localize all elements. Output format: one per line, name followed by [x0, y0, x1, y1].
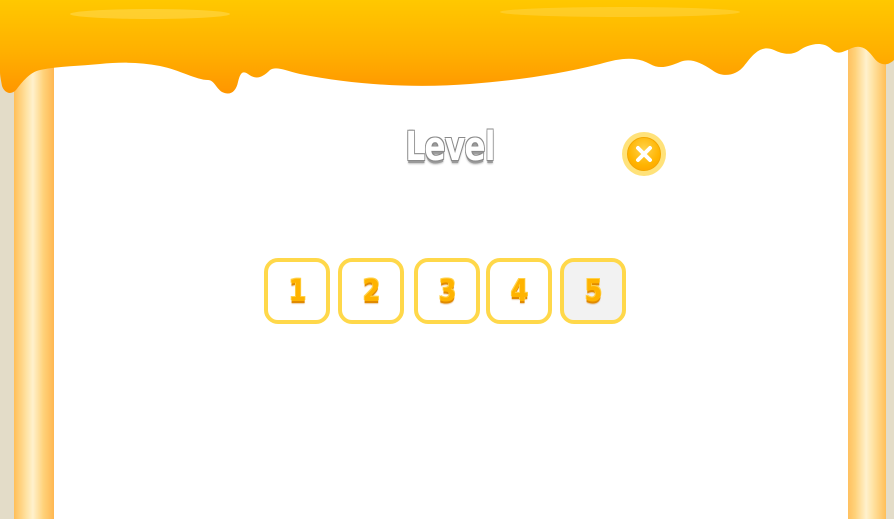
level-number: 4 [510, 273, 528, 309]
level-number: 2 [362, 273, 380, 309]
close-button[interactable] [622, 132, 666, 176]
level-title: Level [405, 124, 495, 170]
level-number: 3 [438, 273, 456, 309]
honey-drip-banner [0, 0, 894, 94]
right-frame-pillar [842, 40, 886, 519]
level-grid: 1 2 3 4 5 [264, 258, 634, 328]
left-frame-pillar [14, 40, 56, 519]
level-number: 5 [584, 273, 602, 309]
level-1-button[interactable]: 1 [264, 258, 330, 324]
level-5-button[interactable]: 5 [560, 258, 626, 324]
level-number: 1 [288, 273, 306, 309]
level-select-screen: Level 1 2 3 4 5 [0, 0, 894, 519]
level-4-button[interactable]: 4 [486, 258, 552, 324]
close-icon [636, 146, 652, 162]
level-2-button[interactable]: 2 [338, 258, 404, 324]
level-3-button[interactable]: 3 [414, 258, 480, 324]
